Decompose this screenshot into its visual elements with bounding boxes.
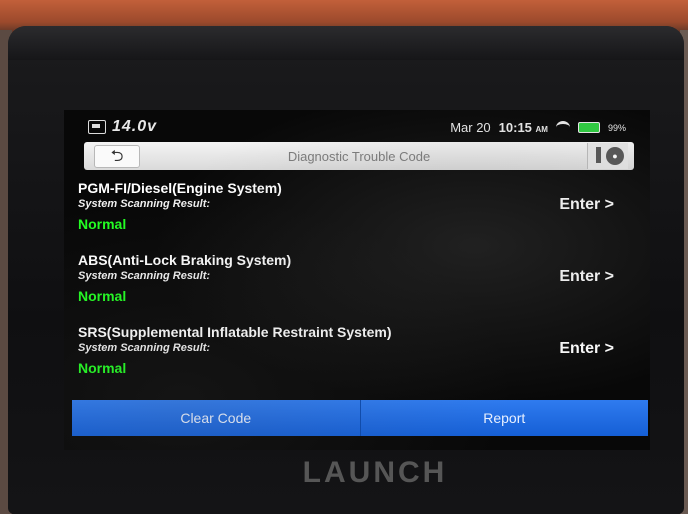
flag-icon [596,147,601,163]
enter-button-engine[interactable]: Enter > [559,196,614,214]
status-left: 14.0v [88,118,157,136]
device-bezel [8,26,684,60]
battery-percent: 99% [607,122,626,133]
system-status: Normal [78,216,127,232]
system-row-abs: ABS(Anti-Lock Braking System) System Sca… [78,252,638,324]
time-ampm: AM [535,125,548,134]
system-result-label: System Scanning Result: [78,270,211,282]
system-result-label: System Scanning Result: [78,198,211,210]
title-bar: ⮌ Diagnostic Trouble Code ● [84,142,634,170]
report-button[interactable]: Report [359,400,649,436]
status-bar: 14.0v Mar 20 10:15 AM 99% [64,110,650,140]
battery-icon [577,122,600,133]
status-time: 10:15 AM [499,120,548,135]
system-name: SRS(Supplemental Inflatable Restraint Sy… [78,324,392,340]
screenshot-button[interactable]: ● [587,143,628,169]
enter-button-abs[interactable]: Enter > [559,268,614,286]
status-date: Mar 20 [450,120,491,135]
enter-button-srs[interactable]: Enter > [559,340,614,358]
car-icon [88,120,106,134]
system-name: ABS(Anti-Lock Braking System) [78,252,292,268]
system-status: Normal [78,360,127,376]
brand-logo: LAUNCH [302,456,448,489]
system-row-srs: SRS(Supplemental Inflatable Restraint Sy… [78,324,638,396]
system-list: PGM-FI/Diesel(Engine System) System Scan… [78,180,638,396]
system-row-engine: PGM-FI/Diesel(Engine System) System Scan… [78,180,638,252]
system-result-label: System Scanning Result: [78,342,211,354]
voltage-readout: 14.0v [112,118,158,135]
time-value: 10:15 [498,120,532,135]
action-bar: Clear Code Report [72,400,648,436]
page-title: Diagnostic Trouble Code [287,149,431,164]
system-status: Normal [78,288,127,304]
system-name: PGM-FI/Diesel(Engine System) [78,180,282,196]
clear-code-button[interactable]: Clear Code [72,400,360,436]
wifi-icon [555,121,570,134]
device-screen: 14.0v Mar 20 10:15 AM 99% ⮌ Diagnostic T… [64,110,650,450]
status-right: Mar 20 10:15 AM 99% [450,120,626,135]
camera-icon: ● [606,147,624,165]
